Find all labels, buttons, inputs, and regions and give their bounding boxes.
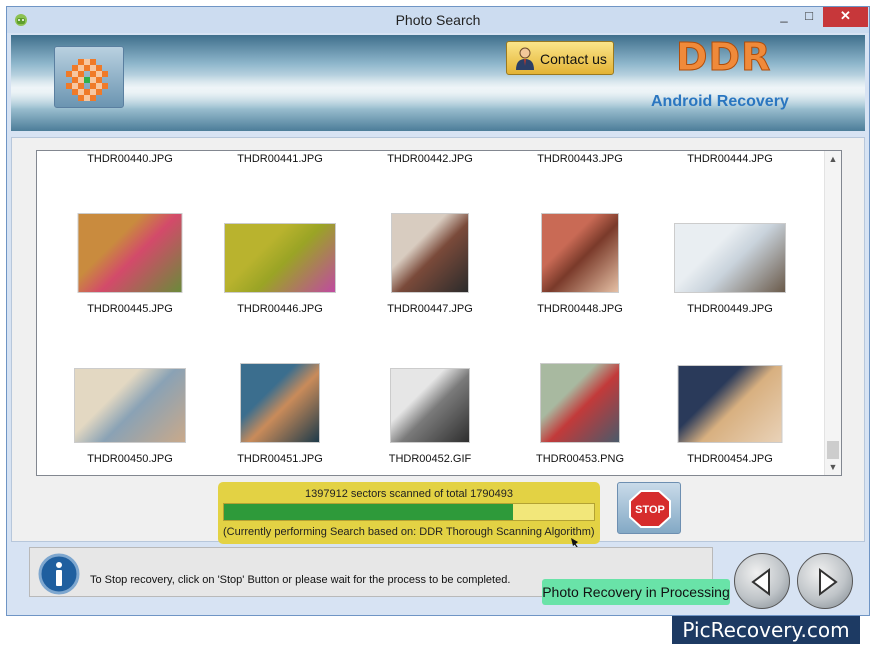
algorithm-text: (Currently performing Search based on: D…	[223, 526, 595, 538]
photo-filename: THDR00452.GIF	[388, 453, 472, 465]
photo-filename: THDR00453.PNG	[535, 453, 625, 465]
close-button[interactable]: ✕	[823, 7, 868, 27]
vertical-scrollbar[interactable]: ▲ ▼	[824, 151, 841, 475]
photo-item[interactable]: THDR00453.PNG	[505, 151, 655, 471]
window-title: Photo Search	[395, 12, 481, 28]
scroll-down-arrow-icon[interactable]: ▼	[825, 459, 841, 475]
scroll-thumb[interactable]	[827, 441, 839, 459]
processing-callout: Photo Recovery in Processing	[542, 579, 730, 605]
status-message: To Stop recovery, click on 'Stop' Button…	[90, 574, 511, 586]
photo-thumbnail[interactable]	[240, 363, 320, 443]
contact-us-label: Contact us	[540, 51, 607, 67]
back-button[interactable]	[734, 553, 790, 609]
app-logo	[54, 46, 124, 108]
photo-filename: THDR00454.JPG	[687, 453, 773, 465]
person-icon	[516, 47, 534, 70]
photo-grid[interactable]: THDR00440.JPG THDR00441.JPG THDR00442.JPG T…	[36, 150, 842, 476]
photo-filename: THDR00451.JPG	[237, 453, 323, 465]
maximize-button[interactable]: □	[797, 7, 821, 27]
progress-panel: 1397912 sectors scanned of total 1790493…	[218, 482, 600, 544]
ddr-logo: DDR	[675, 35, 772, 80]
arrow-right-icon	[819, 568, 838, 596]
app-window: Photo Search _ □ ✕ Contact us DDR Androi…	[6, 6, 870, 616]
checker-logo-icon	[66, 59, 108, 101]
photo-thumbnail[interactable]	[540, 363, 620, 443]
android-recovery-text: Android Recovery	[651, 93, 789, 110]
sectors-scanned-text: 1397912 sectors scanned of total 1790493	[305, 488, 513, 500]
scroll-up-arrow-icon[interactable]: ▲	[825, 151, 841, 167]
stop-sign-icon: STOP	[629, 490, 671, 528]
next-button[interactable]	[797, 553, 853, 609]
minimize-button[interactable]: _	[772, 7, 796, 27]
progress-bar-fill	[224, 504, 513, 520]
results-panel: THDR00440.JPG THDR00441.JPG THDR00442.JPG T…	[11, 137, 865, 544]
stop-label: STOP	[635, 504, 665, 516]
contact-us-button[interactable]: Contact us	[506, 41, 614, 75]
photo-item[interactable]: THDR00452.GIF	[355, 151, 505, 471]
photo-thumbnail[interactable]	[677, 365, 783, 443]
title-bar: Photo Search _ □ ✕	[7, 7, 869, 33]
info-icon	[38, 553, 80, 595]
photo-thumbnail[interactable]	[390, 368, 470, 443]
photo-item[interactable]: THDR00451.JPG	[205, 151, 355, 471]
picrecovery-brand: PicRecovery.com	[672, 616, 860, 644]
header-banner: Contact us DDR Android Recovery	[11, 35, 865, 131]
progress-bar	[223, 503, 595, 521]
stop-button[interactable]: STOP	[617, 482, 681, 534]
photo-filename: THDR00450.JPG	[87, 453, 173, 465]
photo-item[interactable]: THDR00450.JPG	[55, 151, 205, 471]
arrow-left-icon	[751, 568, 770, 596]
photo-item[interactable]: THDR00454.JPG	[655, 151, 805, 471]
photo-thumbnail[interactable]	[74, 368, 186, 443]
